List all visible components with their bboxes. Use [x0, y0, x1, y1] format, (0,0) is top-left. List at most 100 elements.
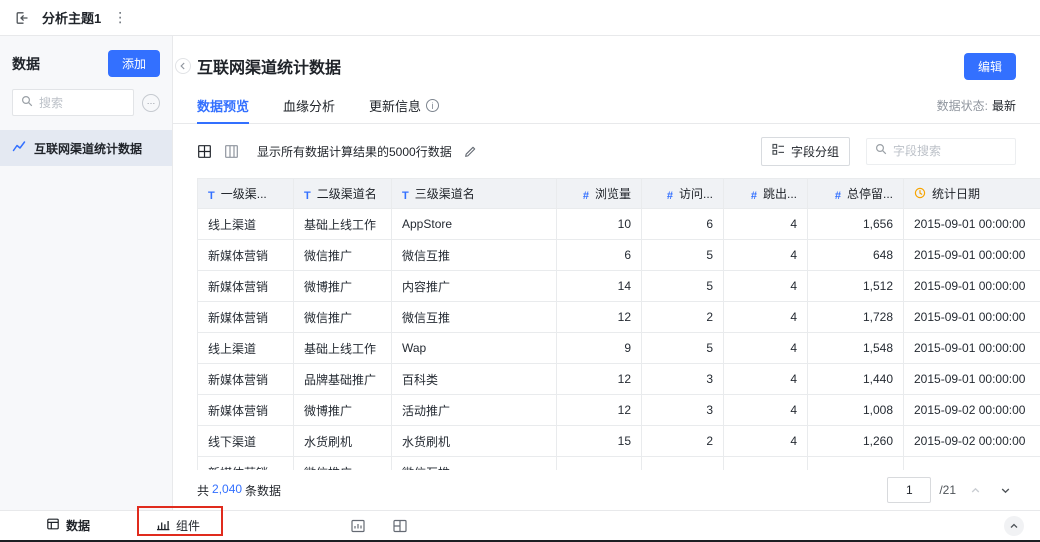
data-status: 数据状态: 最新 — [937, 88, 1016, 123]
add-button[interactable]: 添加 — [108, 50, 160, 77]
tab-update-info[interactable]: 更新信息 — [369, 88, 439, 123]
next-page-icon[interactable] — [994, 479, 1016, 501]
table-cell: 基础上线工作 — [294, 333, 392, 364]
column-header[interactable]: #浏览量 — [557, 179, 642, 209]
bottom-tab-label: 数据 — [66, 517, 90, 534]
field-group-icon — [772, 143, 785, 159]
number-type-icon: # — [583, 190, 589, 202]
app-root: 分析主题1 数据 添加 — [0, 0, 1040, 542]
data-status-label: 数据状态: — [937, 97, 988, 114]
bottom-tab-label: 组件 — [176, 517, 200, 534]
column-header[interactable]: T二级渠道名 — [294, 179, 392, 209]
table-cell: 5 — [642, 271, 724, 302]
pagination: /21 — [887, 477, 1016, 503]
column-header[interactable]: T 三级渠道名 — [392, 179, 557, 209]
sidebar-search[interactable] — [12, 89, 134, 116]
table-cell: 2 — [642, 302, 724, 333]
page-title: 互联网渠道统计数据 — [197, 54, 341, 78]
tab-label: 血缘分析 — [283, 96, 335, 115]
table-cell: 品牌基础推广 — [294, 364, 392, 395]
sidebar-item-dataset[interactable]: 互联网渠道统计数据 — [0, 130, 172, 166]
table-cell: 活动推广 — [392, 395, 557, 426]
table-cell: 10 — [557, 209, 642, 240]
table-body: 线上渠道基础上线工作AppStore10641,6562015-09-01 00… — [198, 209, 1040, 471]
table-row: 新媒体营销微博推广活动推广12341,0082015-09-02 00:00:0… — [198, 395, 1040, 426]
text-type-icon: T — [402, 190, 409, 202]
sidebar-collapse-icon[interactable] — [175, 58, 191, 74]
table-cell: 1,728 — [808, 302, 904, 333]
edit-pencil-icon[interactable] — [464, 145, 477, 158]
edit-button[interactable]: 编辑 — [964, 53, 1016, 80]
table-cell: 1,512 — [808, 271, 904, 302]
table-cell: 微博推广 — [294, 395, 392, 426]
table-cell: 2015-09-01 00:00:00 — [904, 271, 1040, 302]
table-cell: 4 — [724, 271, 808, 302]
table-cell — [557, 457, 642, 471]
tab-data-preview[interactable]: 数据预览 — [197, 88, 249, 123]
number-type-icon: # — [667, 190, 673, 202]
field-search-input[interactable] — [893, 144, 1007, 158]
table-cell: 5 — [642, 333, 724, 364]
tab-label: 数据预览 — [197, 96, 249, 115]
table-cell: 2015-09-01 00:00:00 — [904, 302, 1040, 333]
column-header[interactable]: #跳出... — [724, 179, 808, 209]
table-cell: 2015-09-01 00:00:00 — [904, 240, 1040, 271]
topbar-more-icon[interactable] — [113, 9, 127, 26]
table-cell: 4 — [724, 240, 808, 271]
add-dashboard-icon[interactable] — [392, 518, 408, 534]
row-count-value: 2,040 — [212, 482, 242, 499]
table-row: 新媒体营销微博推广内容推广14541,5122015-09-01 00:00:0… — [198, 271, 1040, 302]
dataset-label: 互联网渠道统计数据 — [34, 140, 142, 157]
table-footer: 共 2,040 条数据 /21 — [173, 470, 1040, 510]
table-cell: 新媒体营销 — [198, 364, 294, 395]
table-cell: 水货刷机 — [392, 426, 557, 457]
column-header[interactable]: #总停留... — [808, 179, 904, 209]
page-input[interactable] — [887, 477, 931, 503]
sidebar-search-input[interactable] — [39, 96, 125, 110]
topbar-title: 分析主题1 — [42, 8, 101, 27]
exit-icon[interactable] — [14, 10, 30, 26]
field-group-label: 字段分组 — [791, 143, 839, 160]
info-icon[interactable] — [426, 99, 439, 112]
search-options-icon[interactable] — [142, 94, 160, 112]
field-group-button[interactable]: 字段分组 — [761, 137, 850, 166]
table-cell: 4 — [724, 209, 808, 240]
number-type-icon: # — [751, 190, 757, 202]
main-row: 数据 添加 — [0, 36, 1040, 510]
data-status-value: 最新 — [992, 97, 1016, 114]
column-view-icon[interactable] — [224, 144, 239, 159]
table-header-row: T一级渠...T二级渠道名T三级渠道名#浏览量#访问...#跳出...#总停留.… — [198, 179, 1040, 209]
table-cell: 4 — [724, 426, 808, 457]
date-type-icon — [914, 187, 926, 202]
sidebar: 数据 添加 — [0, 36, 173, 510]
table-cell: 2 — [642, 426, 724, 457]
table-cell: 1,008 — [808, 395, 904, 426]
table-cell: 5 — [642, 240, 724, 271]
column-header-label: 三级渠道名 — [415, 187, 475, 201]
collapse-panel-icon[interactable] — [1004, 516, 1024, 536]
table-cell: 12 — [557, 364, 642, 395]
prev-page-icon[interactable] — [964, 479, 986, 501]
bottom-tab-component[interactable]: 组件 — [156, 517, 200, 534]
field-search[interactable] — [866, 138, 1016, 165]
table-cell: 百科类 — [392, 364, 557, 395]
bottom-tab-data[interactable]: 数据 — [46, 517, 90, 534]
line-chart-icon — [12, 139, 26, 158]
table-cell: 1,656 — [808, 209, 904, 240]
table-cell: 新媒体营销 — [198, 271, 294, 302]
row-count-prefix: 共 — [197, 482, 209, 499]
tab-lineage-analysis[interactable]: 血缘分析 — [283, 88, 335, 123]
column-header[interactable]: #访问... — [642, 179, 724, 209]
column-header[interactable]: T一级渠... — [198, 179, 294, 209]
text-type-icon: T — [208, 190, 215, 202]
data-table: T一级渠...T二级渠道名T三级渠道名#浏览量#访问...#跳出...#总停留.… — [197, 178, 1040, 470]
table-row: 线上渠道基础上线工作Wap9541,5482015-09-01 00:00:00 — [198, 333, 1040, 364]
add-component-icon[interactable] — [350, 518, 366, 534]
column-header[interactable]: 统计日期 — [904, 179, 1040, 209]
table-cell: 3 — [642, 395, 724, 426]
tab-label: 更新信息 — [369, 96, 421, 115]
column-header-label: 二级渠道名 — [317, 187, 377, 201]
grid-view-icon[interactable] — [197, 144, 212, 159]
table-cell: 内容推广 — [392, 271, 557, 302]
table-cell: 12 — [557, 302, 642, 333]
